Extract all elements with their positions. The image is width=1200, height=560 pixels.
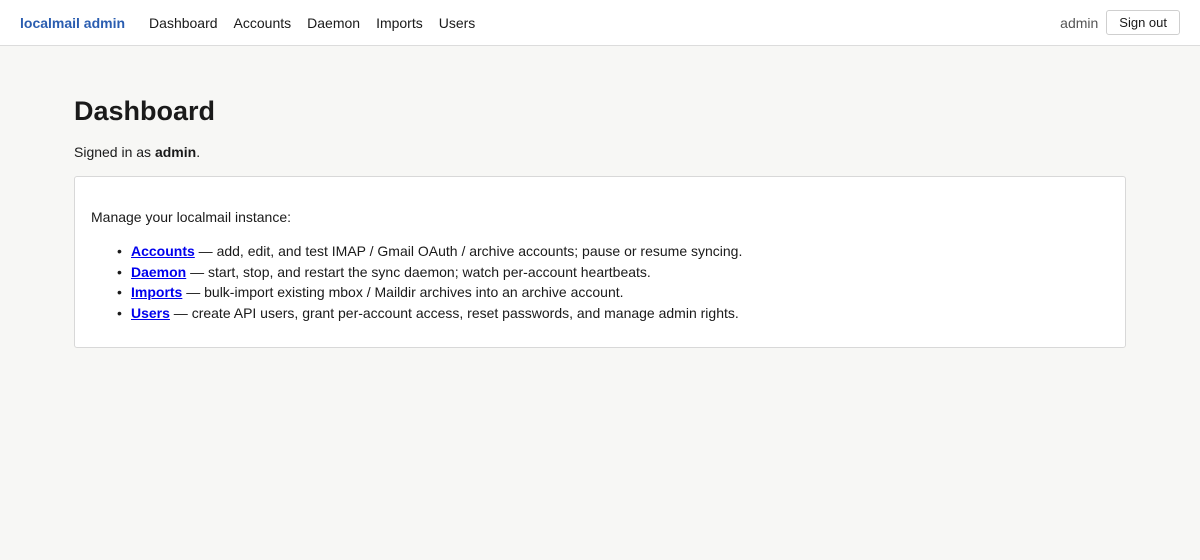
top-nav-bar: localmail admin Dashboard Accounts Daemo… [0, 0, 1200, 46]
daemon-link[interactable]: Daemon [131, 264, 186, 280]
list-item-accounts: • Accounts — add, edit, and test IMAP / G… [117, 241, 1109, 262]
list-item-desc: — add, edit, and test IMAP / Gmail OAuth… [194, 243, 743, 259]
nav-users[interactable]: Users [439, 15, 476, 31]
nav-imports[interactable]: Imports [376, 15, 423, 31]
imports-link[interactable]: Imports [131, 284, 182, 300]
signed-in-prefix: Signed in as [74, 144, 155, 160]
bullet-icon: • [117, 284, 122, 300]
nav-daemon[interactable]: Daemon [307, 15, 360, 31]
current-user: admin [1060, 14, 1099, 31]
list-item-desc: — create API users, grant per-account ac… [169, 304, 739, 321]
signed-in-text: Signed in as admin. [74, 143, 1126, 161]
list-item-desc: — bulk-import existing mbox / Maildir ar… [182, 284, 624, 300]
bullet-icon: • [117, 243, 122, 259]
list-item-users: • Users — create API users, grant per-acc… [117, 303, 1109, 324]
user-area: admin Sign out [1060, 10, 1180, 35]
main-content: Dashboard Signed in as admin. Manage you… [74, 46, 1126, 348]
list-item-desc: — start, stop, and restart the sync daem… [186, 263, 651, 280]
nav-dashboard[interactable]: Dashboard [149, 15, 218, 31]
bullet-icon: • [117, 304, 122, 321]
list-item-daemon: • Daemon — start, stop, and restart the s… [117, 262, 1109, 283]
main-nav: Dashboard Accounts Daemon Imports Users [149, 15, 491, 31]
brand-link[interactable]: localmail admin [20, 15, 125, 31]
nav-accounts[interactable]: Accounts [234, 15, 292, 31]
dashboard-card: Manage your localmail instance: • Account… [74, 176, 1126, 348]
page-title: Dashboard [74, 96, 216, 126]
users-link[interactable]: Users [131, 305, 170, 321]
list-item-imports: • Imports — bulk-import existing mbox / M… [117, 282, 1109, 303]
sign-out-button[interactable]: Sign out [1106, 10, 1180, 35]
feature-list: • Accounts — add, edit, and test IMAP / G… [91, 241, 1109, 323]
accounts-link[interactable]: Accounts [131, 243, 195, 259]
signed-in-user: admin [154, 144, 197, 160]
signed-in-suffix: . [196, 144, 201, 160]
bullet-icon: • [117, 263, 122, 280]
card-intro: Manage your localmail instance: [91, 209, 291, 225]
